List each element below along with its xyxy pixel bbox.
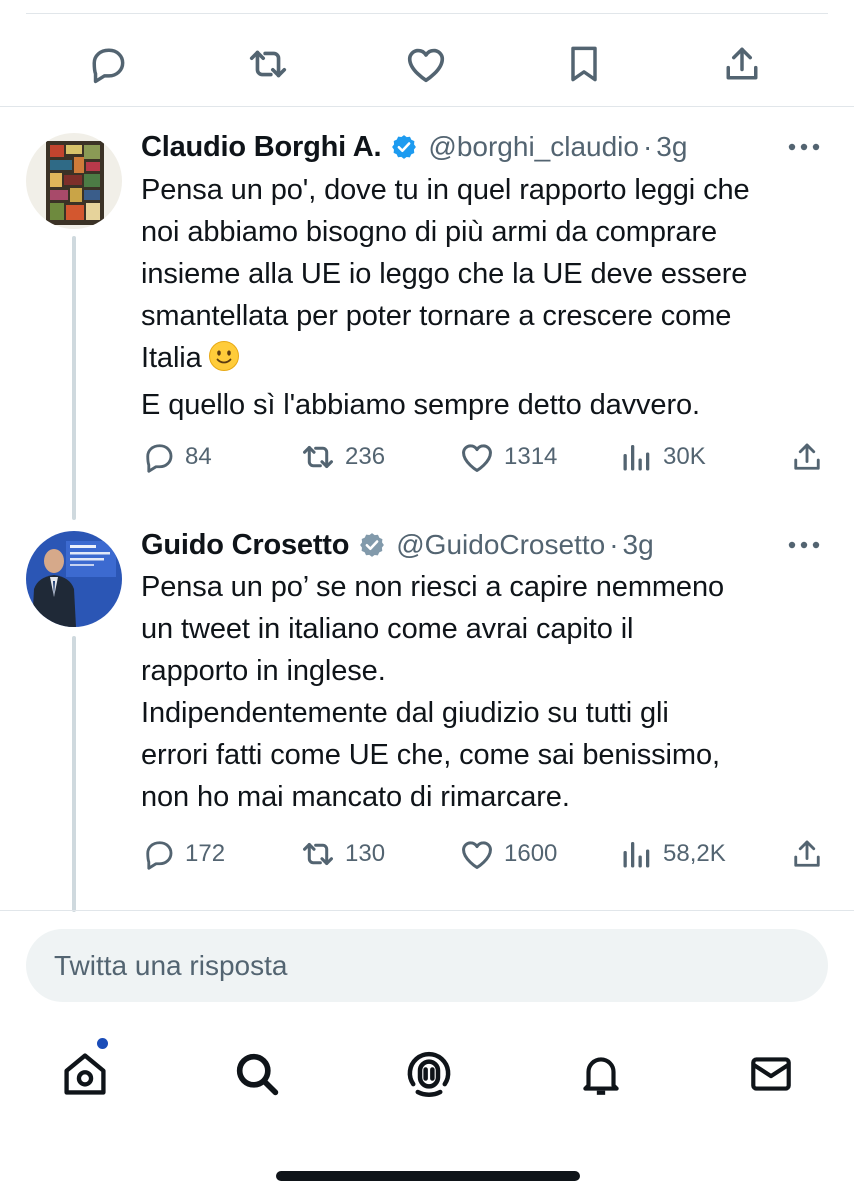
author-name[interactable]: Guido Crosetto (141, 529, 349, 562)
share-button[interactable] (789, 437, 825, 477)
tweet-text-line: Pensa un po', dove tu in quel rapporto l… (141, 174, 750, 206)
bottom-navigation (0, 1038, 854, 1106)
views-icon (623, 445, 650, 471)
tweet-text-line: Italia (141, 342, 202, 374)
like-button[interactable] (399, 37, 453, 91)
thread-line (72, 636, 76, 912)
messages-icon (751, 1057, 791, 1091)
like-count: 1314 (504, 443, 558, 470)
reply-stat[interactable]: 172 (141, 834, 225, 874)
retweet-count: 130 (345, 840, 386, 867)
tweet-text-line: E quello sì l'abbiamo sempre detto davve… (141, 389, 700, 421)
author-name[interactable]: Claudio Borghi A. (141, 131, 382, 164)
home-icon (64, 1053, 106, 1095)
more-icon (788, 143, 820, 151)
tweet-text-line: non ho mai mancato di rimarcare. (141, 781, 570, 813)
like-icon (462, 841, 492, 869)
tweet-text-line: rapporto in inglese. (141, 655, 386, 687)
reply-divider (0, 910, 854, 911)
nav-notifications[interactable] (569, 1042, 633, 1106)
tweet-text-line: insieme alla UE io leggo che la UE deve … (141, 258, 748, 290)
author-handle[interactable]: @borghi_claudio (428, 131, 639, 163)
share-button[interactable] (715, 37, 769, 91)
timestamp[interactable]: 3g (623, 529, 654, 561)
retweet-count: 236 (345, 443, 386, 470)
views-stat[interactable]: 58,2K (619, 834, 726, 874)
share-button[interactable] (789, 834, 825, 874)
nav-spaces[interactable] (397, 1042, 461, 1106)
author-handle[interactable]: @GuidoCrosetto (396, 529, 605, 561)
slightly-smiling-face-icon (208, 340, 240, 384)
share-icon (726, 47, 758, 80)
main-tweet-action-bar (0, 37, 854, 91)
notifications-icon (583, 1057, 619, 1095)
action-bar-divider (0, 106, 854, 107)
share-icon (794, 443, 820, 470)
reply-icon (146, 444, 173, 473)
tweet-text: Pensa un po', dove tu in quel rapporto l… (141, 169, 826, 426)
verified-badge-icon (390, 133, 418, 161)
reply-icon (146, 841, 173, 870)
reply-icon (92, 48, 125, 84)
reply-button[interactable] (81, 37, 135, 91)
share-icon (794, 840, 820, 867)
timestamp[interactable]: 3g (656, 131, 687, 163)
tweet-stats: 172 130 1600 58,2K (141, 834, 831, 874)
tweet-text-line: smantellata per poter tornare a crescere… (141, 300, 732, 332)
top-divider (26, 13, 828, 14)
tweet-text-line: noi abbiamo bisogno di più armi da compr… (141, 216, 718, 248)
retweet-icon (303, 445, 333, 469)
tweet-header: Guido Crosetto @GuidoCrosetto · 3g (141, 525, 824, 565)
tweet-text-line: errori fatti come UE che, come sai benis… (141, 739, 720, 771)
reply-count: 84 (185, 443, 212, 470)
tweet-stats: 84 236 1314 30K (141, 437, 831, 477)
reply-stat[interactable]: 84 (141, 437, 212, 477)
retweet-stat[interactable]: 130 (299, 834, 385, 874)
tweet-text-line: un tweet in italiano come avrai capito i… (141, 613, 634, 645)
thread-line (72, 236, 76, 520)
more-icon (788, 541, 820, 549)
search-icon (236, 1053, 279, 1096)
tweet-header: Claudio Borghi A. @borghi_claudio · 3g (141, 127, 824, 167)
avatar-photo-image (26, 531, 122, 627)
avatar[interactable] (26, 133, 122, 229)
like-count: 1600 (504, 840, 558, 867)
retweet-stat[interactable]: 236 (299, 437, 385, 477)
views-count: 58,2K (663, 840, 726, 867)
bookmark-button[interactable] (557, 37, 611, 91)
more-options-button[interactable] (784, 131, 824, 163)
like-stat[interactable]: 1314 (458, 437, 557, 477)
like-icon (407, 48, 445, 83)
tweet-text-line: Indipendentemente dal giudizio su tutti … (141, 697, 669, 729)
avatar[interactable] (26, 531, 122, 627)
retweet-icon (303, 842, 333, 866)
more-options-button[interactable] (784, 529, 824, 561)
avatar-painting-image (26, 133, 122, 229)
separator-dot: · (609, 529, 619, 560)
views-icon (623, 842, 650, 868)
tweet-text-line: Pensa un po’ se non riesci a capire nemm… (141, 571, 725, 603)
views-stat[interactable]: 30K (619, 437, 706, 477)
reply-composer[interactable] (26, 929, 828, 1002)
bookmark-icon (571, 46, 597, 82)
verified-badge-icon (358, 531, 386, 559)
nav-search[interactable] (225, 1042, 289, 1106)
home-indicator[interactable] (276, 1171, 580, 1181)
reply-input[interactable] (54, 949, 754, 982)
views-count: 30K (663, 443, 706, 470)
retweet-icon (249, 50, 287, 78)
nav-messages[interactable] (739, 1042, 803, 1106)
nav-home[interactable] (53, 1038, 117, 1106)
like-stat[interactable]: 1600 (458, 834, 557, 874)
tweet-text: Pensa un po’ se non riesci a capire nemm… (141, 566, 826, 818)
spaces-icon (407, 1051, 451, 1097)
home-notification-dot (97, 1038, 108, 1049)
like-icon (462, 444, 492, 472)
separator-dot: · (642, 131, 653, 162)
retweet-button[interactable] (241, 37, 295, 91)
reply-count: 172 (185, 840, 226, 867)
